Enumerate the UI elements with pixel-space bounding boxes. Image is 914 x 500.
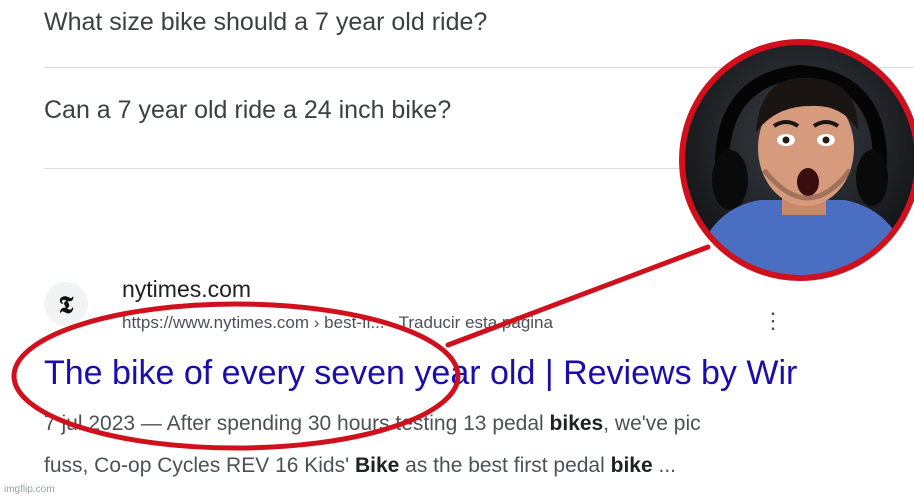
connector-line: [445, 244, 711, 348]
watermark: imgflip.com: [4, 484, 55, 495]
meme-overlay: [11, 39, 914, 451]
highlight-ellipse: [11, 301, 461, 451]
